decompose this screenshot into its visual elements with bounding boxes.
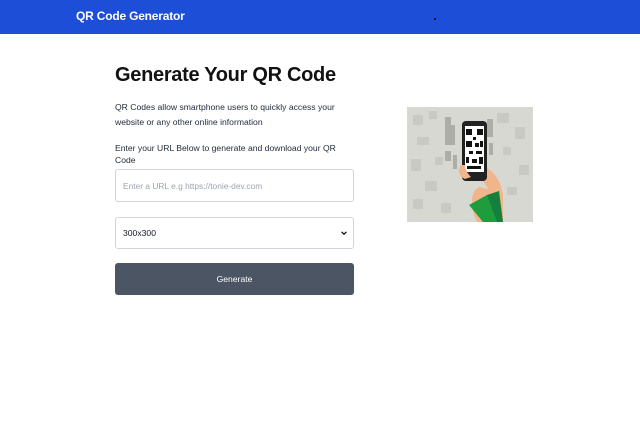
description-text: QR Codes allow smartphone users to quick… xyxy=(115,102,335,127)
navbar: QR Code Generator xyxy=(0,0,640,34)
form-section: Generate Your QR Code QR Codes allow sma… xyxy=(115,62,355,166)
hand-holding-phone-scanning-qr-icon xyxy=(407,107,533,222)
size-select-value: 300x300 xyxy=(123,228,156,238)
mouse-cursor xyxy=(434,18,436,20)
instruction-text: Enter your URL Below to generate and dow… xyxy=(115,143,336,165)
url-input[interactable] xyxy=(115,169,354,202)
chevron-down-icon xyxy=(341,231,347,236)
page-title: Generate Your QR Code xyxy=(115,64,336,86)
size-select[interactable]: 300x300 xyxy=(115,217,354,249)
generate-button[interactable]: Generate xyxy=(115,263,354,295)
brand-title[interactable]: QR Code Generator xyxy=(76,9,185,23)
